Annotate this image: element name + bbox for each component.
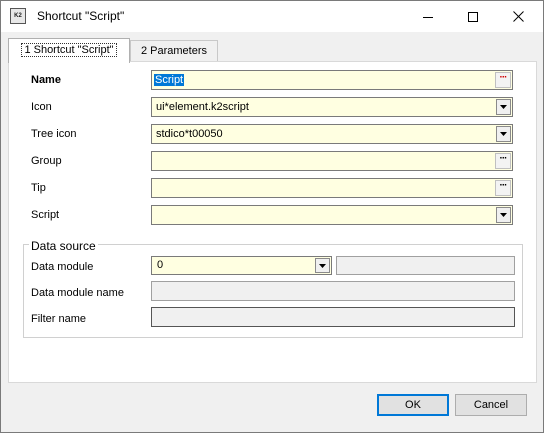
filter-name-field bbox=[151, 307, 515, 327]
filter-name-label: Filter name bbox=[31, 313, 87, 325]
group-field[interactable]: ··· bbox=[151, 151, 513, 171]
tip-label: Tip bbox=[31, 182, 46, 194]
close-icon bbox=[512, 11, 524, 22]
name-label: Name bbox=[31, 74, 61, 86]
tree-icon-select[interactable]: stdico*t00050 bbox=[151, 124, 513, 144]
icon-select[interactable]: ui*element.k2script bbox=[151, 97, 513, 117]
cancel-button[interactable]: Cancel bbox=[455, 394, 527, 416]
icon-label: Icon bbox=[31, 101, 52, 113]
tab-parameters[interactable]: 2 Parameters bbox=[130, 40, 218, 62]
dialog-window: K2 Shortcut "Script" 1 Shortcut "Script"… bbox=[0, 0, 544, 433]
chevron-down-icon bbox=[500, 213, 507, 217]
group-browse-button[interactable]: ··· bbox=[495, 153, 511, 169]
tree-icon-dropdown-button[interactable] bbox=[496, 126, 511, 142]
title-bar[interactable]: K2 Shortcut "Script" bbox=[1, 1, 543, 32]
tab-panel: Name Script ··· Icon ui*element.k2script… bbox=[8, 61, 537, 383]
close-button[interactable] bbox=[495, 1, 541, 32]
data-module-dropdown-button[interactable] bbox=[315, 258, 330, 273]
data-module-label: Data module bbox=[31, 261, 94, 273]
tree-icon-value: stdico*t00050 bbox=[156, 128, 223, 140]
window-title: Shortcut "Script" bbox=[37, 9, 125, 23]
app-icon: K2 bbox=[10, 8, 26, 24]
name-field[interactable]: Script ··· bbox=[151, 70, 513, 90]
data-module-name-field bbox=[151, 281, 515, 301]
data-module-value: 0 bbox=[157, 259, 164, 271]
chevron-down-icon bbox=[319, 263, 326, 268]
icon-value: ui*element.k2script bbox=[156, 101, 249, 113]
ok-button[interactable]: OK bbox=[377, 394, 449, 416]
tab-shortcut[interactable]: 1 Shortcut "Script" bbox=[8, 38, 130, 63]
chevron-down-icon bbox=[500, 105, 507, 109]
minimize-button[interactable] bbox=[405, 1, 451, 32]
data-module-name-label: Data module name bbox=[31, 287, 124, 299]
name-browse-button[interactable]: ··· bbox=[495, 72, 511, 88]
script-dropdown-button[interactable] bbox=[496, 207, 511, 223]
data-module-select[interactable]: 0 bbox=[151, 256, 332, 275]
data-source-title: Data source bbox=[29, 239, 98, 253]
icon-dropdown-button[interactable] bbox=[496, 99, 511, 115]
group-label: Group bbox=[31, 155, 62, 167]
maximize-icon bbox=[468, 11, 478, 22]
chevron-down-icon bbox=[500, 132, 507, 136]
script-label: Script bbox=[31, 209, 60, 221]
script-select[interactable] bbox=[151, 205, 513, 225]
tab-parameters-label: 2 Parameters bbox=[140, 45, 208, 57]
tip-field[interactable]: ··· bbox=[151, 178, 513, 198]
tree-icon-label: Tree icon bbox=[31, 128, 77, 140]
tab-shortcut-label: 1 Shortcut "Script" bbox=[21, 43, 117, 57]
tab-strip: 1 Shortcut "Script" 2 Parameters bbox=[1, 32, 543, 63]
data-module-extra-field bbox=[336, 256, 515, 275]
name-value: Script bbox=[154, 74, 185, 86]
tip-browse-button[interactable]: ··· bbox=[495, 180, 511, 196]
maximize-button[interactable] bbox=[450, 1, 496, 32]
minimize-icon bbox=[423, 16, 433, 18]
